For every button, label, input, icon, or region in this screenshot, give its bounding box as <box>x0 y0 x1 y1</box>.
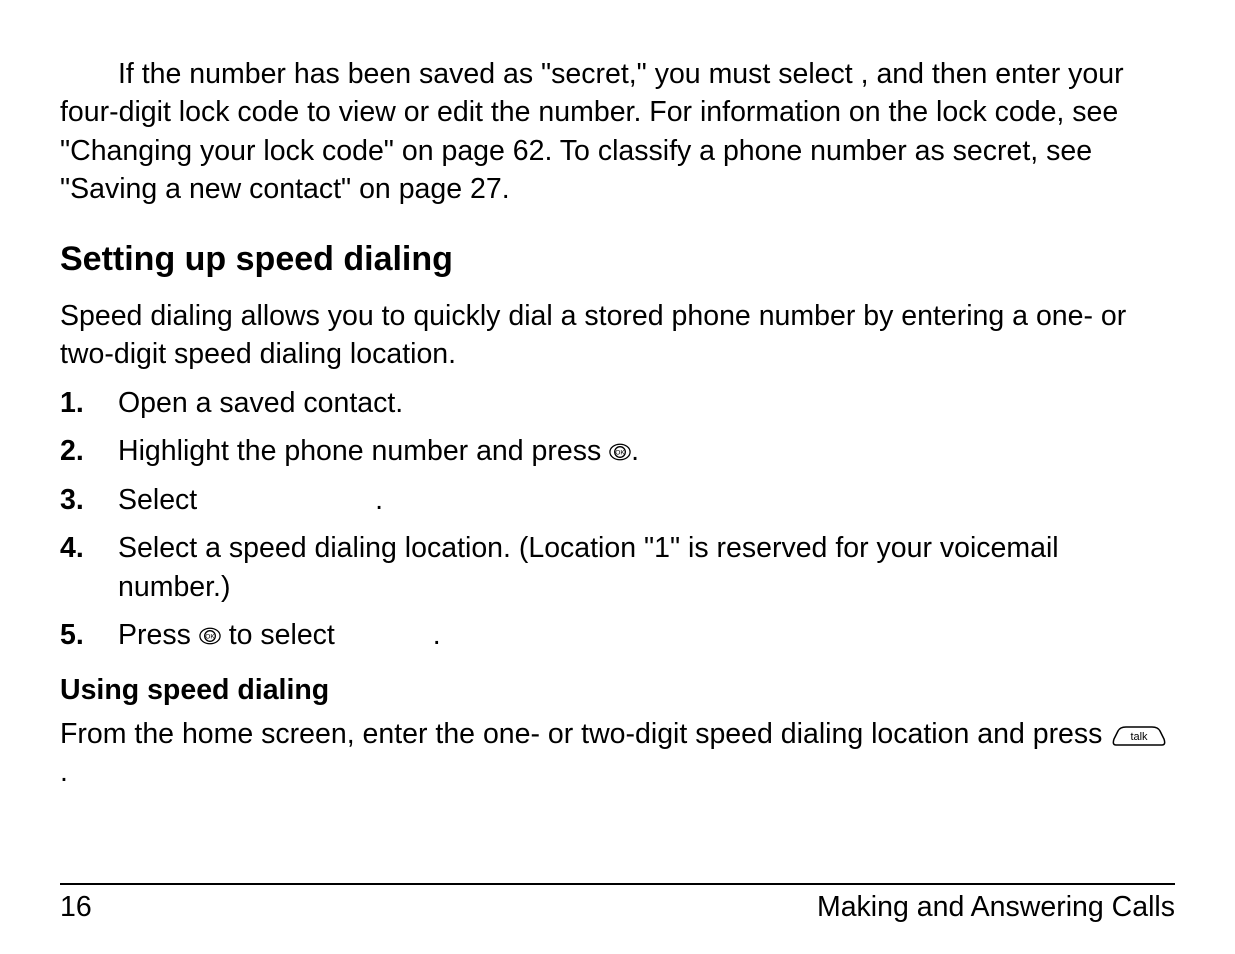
step-5-text-c: . <box>433 619 441 651</box>
talk-button-icon: talk <box>1110 719 1168 741</box>
step-4-text: Select a speed dialing location. (Locati… <box>118 532 1059 602</box>
chapter-title: Making and Answering Calls <box>817 891 1175 924</box>
step-3-text-a: Select <box>118 484 205 516</box>
step-5-text-a: Press <box>118 619 199 651</box>
step-2-text-a: Highlight the phone number and press <box>118 435 609 467</box>
speed-intro-paragraph: Speed dialing allows you to quickly dial… <box>60 297 1175 374</box>
subheading: Using speed dialing <box>60 671 1175 709</box>
svg-text:OK: OK <box>205 634 215 641</box>
step-2-text-b: . <box>631 435 639 467</box>
using-paragraph: From the home screen, enter the one- or … <box>60 715 1175 792</box>
section-heading: Setting up speed dialing <box>60 237 1175 283</box>
page-content: If the number has been saved as "secret,… <box>60 55 1175 883</box>
svg-text:talk: talk <box>1131 731 1149 743</box>
using-text-b: . <box>60 756 68 788</box>
ok-icon: OK <box>199 619 221 641</box>
ok-icon: OK <box>609 435 631 457</box>
step-4: Select a speed dialing location. (Locati… <box>118 529 1175 606</box>
svg-text:OK: OK <box>615 450 625 457</box>
step-2: Highlight the phone number and press OK. <box>118 432 1175 470</box>
steps-list: Open a saved contact. Highlight the phon… <box>60 384 1175 655</box>
step-5: Press OK to select . <box>118 616 1175 654</box>
page-number: 16 <box>60 891 92 924</box>
intro-text: If the number has been saved as "secret,… <box>60 58 1124 205</box>
step-3-text-b: . <box>375 484 383 516</box>
page: If the number has been saved as "secret,… <box>0 0 1235 954</box>
step-1-text: Open a saved contact. <box>118 387 403 419</box>
page-footer: 16 Making and Answering Calls <box>60 883 1175 924</box>
step-5-text-b: to select <box>221 619 343 651</box>
step-3: Select . <box>118 481 1175 519</box>
intro-paragraph: If the number has been saved as "secret,… <box>60 55 1175 209</box>
step-1: Open a saved contact. <box>118 384 1175 422</box>
using-text-a: From the home screen, enter the one- or … <box>60 718 1110 750</box>
